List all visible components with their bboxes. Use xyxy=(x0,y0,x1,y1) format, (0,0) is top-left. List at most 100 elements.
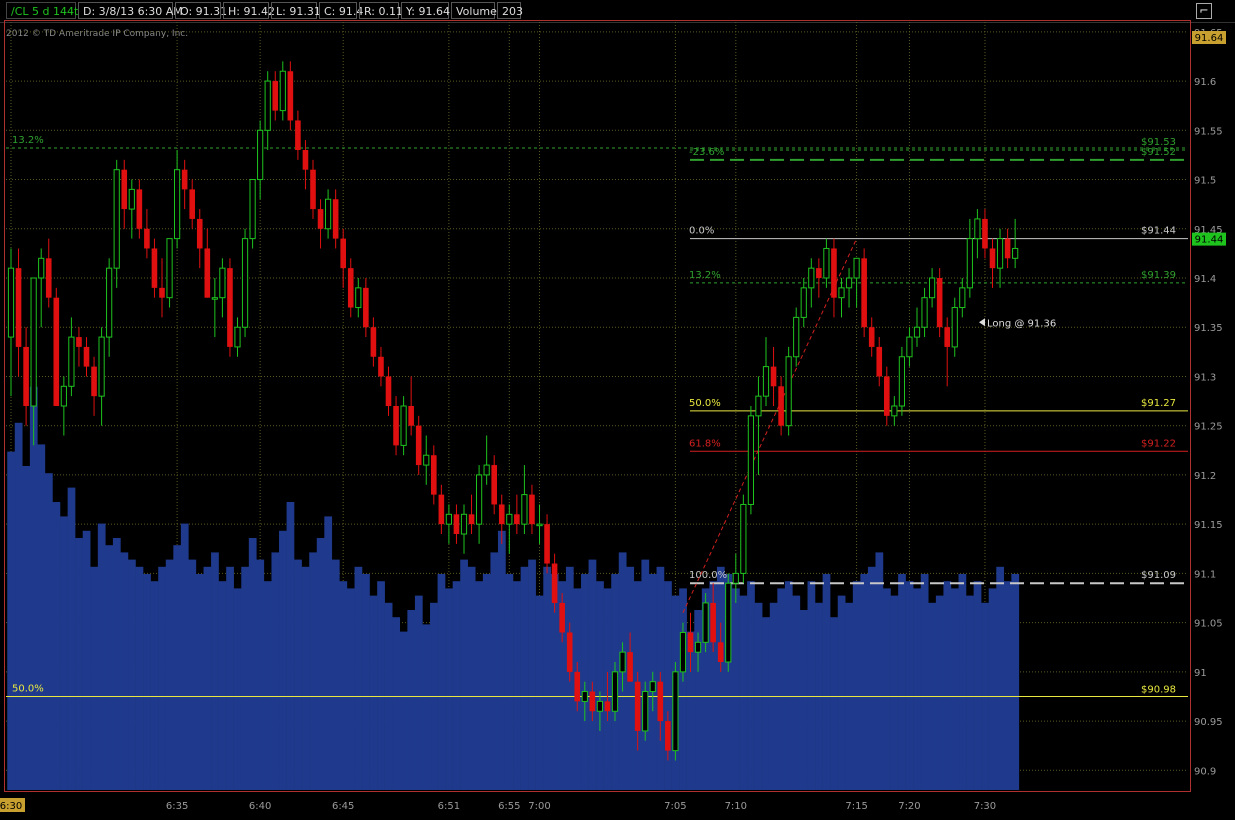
volume-bar xyxy=(716,566,725,790)
candle xyxy=(982,209,988,259)
fib-label-right: 13.2% xyxy=(689,270,721,281)
volume-bar xyxy=(596,581,604,790)
volume-bar xyxy=(920,574,929,790)
volume-bar xyxy=(339,581,348,790)
candle xyxy=(966,218,973,298)
volume-bar xyxy=(301,566,310,790)
volume-bar xyxy=(211,552,219,790)
candle-body xyxy=(679,631,687,673)
candle-body xyxy=(211,297,218,300)
candle-body xyxy=(53,297,60,406)
volume-bar xyxy=(392,617,401,790)
volume-bar xyxy=(890,595,899,790)
volume-bar xyxy=(467,566,476,790)
volume-bar xyxy=(641,559,650,790)
volume-bar xyxy=(867,566,876,790)
candle xyxy=(823,238,830,288)
candle-body xyxy=(581,691,588,702)
volume-bar xyxy=(452,581,461,790)
volume-bar xyxy=(422,624,431,790)
volume-bar xyxy=(324,516,333,790)
candle-body xyxy=(884,376,890,416)
candle xyxy=(906,327,913,367)
volume-bar xyxy=(520,566,529,790)
volume-bar xyxy=(377,581,385,790)
candle xyxy=(91,356,97,416)
candle-body xyxy=(431,455,437,495)
candle-body xyxy=(415,425,422,466)
candle-body xyxy=(453,514,460,534)
volume-bar xyxy=(82,530,91,790)
candle-body xyxy=(898,356,905,407)
volume-bar xyxy=(128,559,136,790)
volume-bar xyxy=(52,502,61,790)
candle-body xyxy=(506,513,513,525)
candle-body xyxy=(845,277,853,289)
volume-bar xyxy=(60,516,68,790)
candle-body xyxy=(468,514,475,525)
candle xyxy=(166,238,173,308)
volume-bar xyxy=(331,559,340,790)
candle-body xyxy=(302,150,309,170)
volume-bar xyxy=(966,595,974,790)
x-tick-label: 6:35 xyxy=(166,801,188,812)
candle xyxy=(514,494,520,534)
candle-body xyxy=(264,80,271,131)
candle-body xyxy=(529,494,535,525)
x-tick-label: 7:10 xyxy=(725,801,747,812)
volume-bar xyxy=(513,581,521,790)
candle-body xyxy=(498,504,505,525)
y-tick-label: 91.25 xyxy=(1194,422,1223,433)
y-tick-label: 90.9 xyxy=(1194,766,1216,777)
candle-body xyxy=(317,209,324,229)
volume-bar xyxy=(883,588,891,790)
candle-body xyxy=(649,681,656,693)
candle xyxy=(249,179,256,249)
candle xyxy=(438,484,445,534)
candle-body xyxy=(325,198,332,230)
candle-body xyxy=(121,169,128,210)
candle-body xyxy=(241,238,249,328)
candle-body xyxy=(385,376,392,406)
candle xyxy=(770,346,777,406)
candle-body xyxy=(740,503,747,574)
volume-bar xyxy=(482,574,491,790)
candle-body xyxy=(755,395,762,417)
candle xyxy=(884,366,890,426)
x-tick-label: 7:00 xyxy=(528,801,550,812)
candle-body xyxy=(831,248,837,298)
candle-body xyxy=(974,218,981,240)
candle-body xyxy=(921,297,928,328)
volume-bar xyxy=(29,386,38,790)
volume-bar xyxy=(822,574,831,790)
x-tick-label: 7:20 xyxy=(898,801,920,812)
candle xyxy=(816,258,822,298)
candle xyxy=(159,258,165,318)
volume-bar xyxy=(535,595,544,790)
volume-bar xyxy=(75,538,83,790)
volume-bar xyxy=(248,538,257,790)
candle xyxy=(196,209,203,269)
y-tick-label: 91.6 xyxy=(1194,77,1216,88)
candle-body xyxy=(60,385,67,407)
volume-bar xyxy=(346,588,355,790)
candle-body xyxy=(800,287,807,318)
x-tick-label: 7:05 xyxy=(664,801,686,812)
candle xyxy=(151,238,158,298)
y-tick-label: 91 xyxy=(1194,668,1207,679)
candle-body xyxy=(295,120,301,150)
candle xyxy=(460,504,468,554)
fib-label-right: -23.6% xyxy=(689,147,724,158)
candle-body xyxy=(959,287,966,309)
candle xyxy=(831,238,837,318)
candle xyxy=(747,406,754,515)
candle-body xyxy=(808,267,815,289)
volume-bar xyxy=(913,588,921,790)
volume-bar xyxy=(369,595,378,790)
candlestick-chart[interactable]: 13.2% 50.0% $90.98 -23.6% $91.52$91.53 0.0% $9… xyxy=(0,0,1235,820)
candle xyxy=(317,199,324,249)
candle-body xyxy=(370,327,377,357)
candle xyxy=(340,228,346,288)
long-annotation: Long @ 91.36 xyxy=(987,318,1056,329)
candle-body xyxy=(778,386,784,426)
